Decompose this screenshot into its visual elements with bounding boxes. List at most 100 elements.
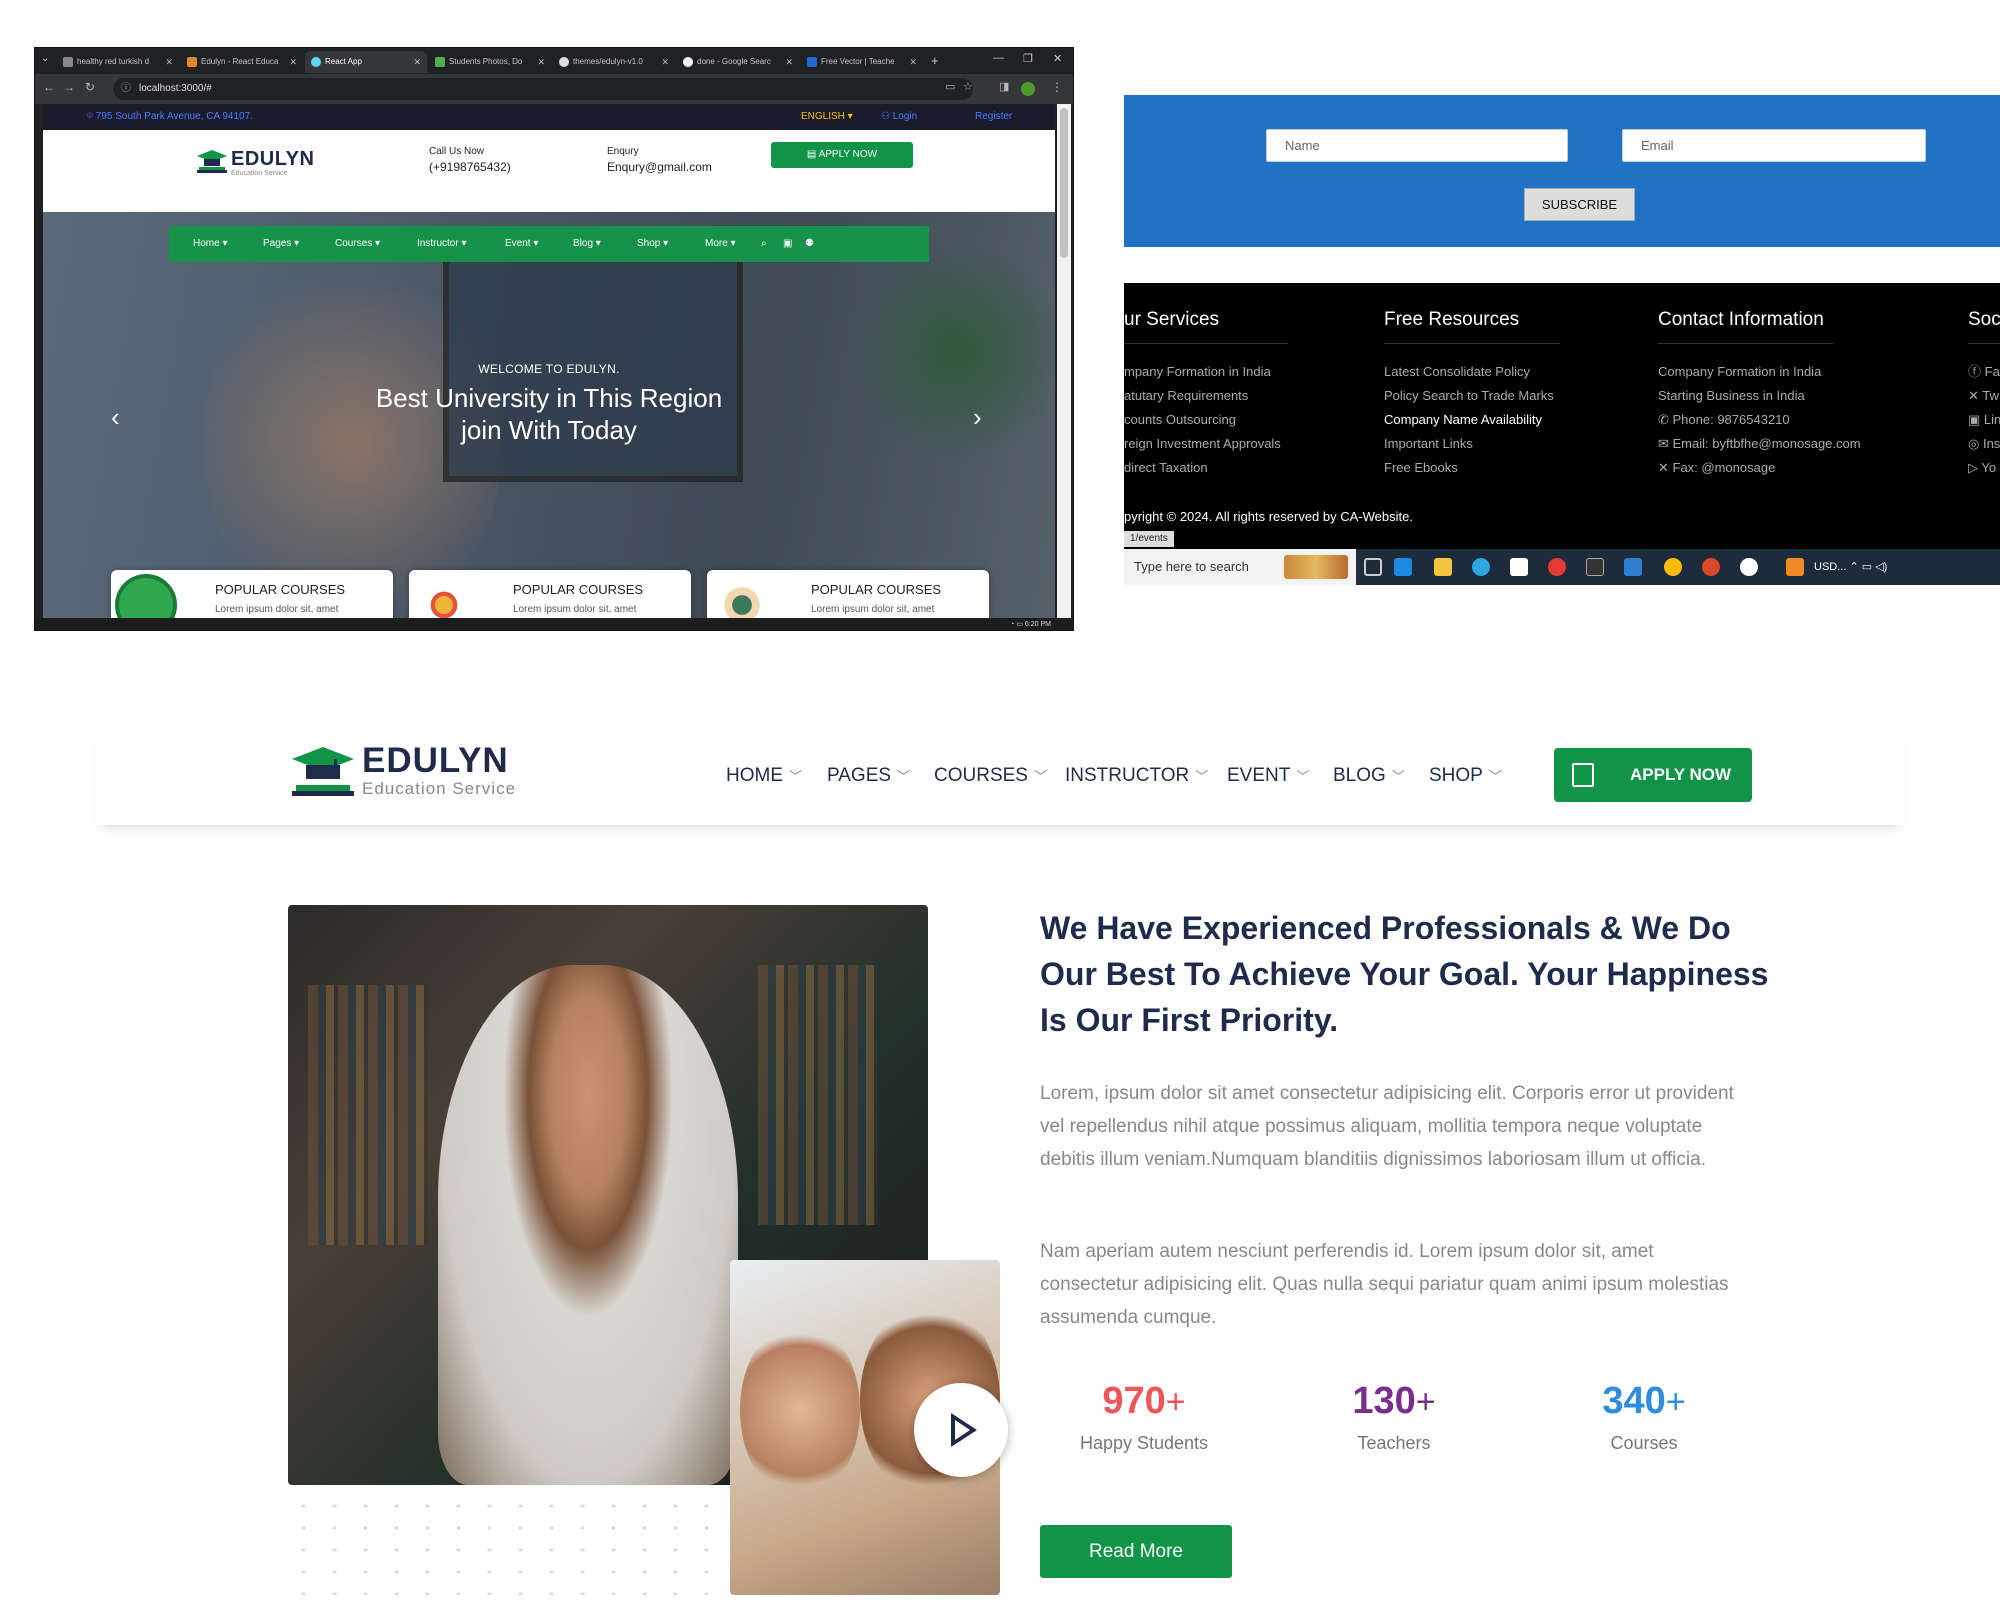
cast-icon[interactable]: ▭ (945, 80, 955, 93)
system-status-bar: ◔ ▭ 6:20 PM (35, 618, 1073, 630)
youtube-icon: ▷ (1968, 460, 1982, 475)
address-link[interactable]: ⌾ 795 South Park Avenue, CA 94107. (87, 104, 253, 130)
login-link[interactable]: ⚇ Login (881, 104, 917, 130)
nav-item-home[interactable]: Home ▾ (193, 226, 228, 262)
page-scrollbar[interactable] (1057, 104, 1071, 618)
minimize-icon[interactable]: — (993, 52, 1004, 64)
read-more-button[interactable]: Read More (1040, 1525, 1232, 1578)
url-input[interactable]: ⓘ localhost:3000/# (113, 78, 973, 100)
course-card[interactable]: POPULAR COURSES Lorem ipsum dolor sit, a… (707, 570, 989, 618)
nav-item-home[interactable]: HOME ﹀ (726, 765, 802, 787)
file-explorer-icon[interactable] (1434, 558, 1452, 576)
x-icon: ✕ (1968, 388, 1983, 403)
language-select[interactable]: ENGLISH ▾ (801, 104, 853, 130)
chrome-profile-icon[interactable] (1664, 558, 1682, 576)
dot-pattern (288, 1495, 728, 1595)
linkedin-icon: ▣ (1968, 412, 1984, 427)
close-icon[interactable]: ✕ (165, 51, 173, 73)
task-view-icon[interactable] (1364, 558, 1382, 576)
stat-courses: 340+ Courses (1534, 1380, 1754, 1454)
volume-icon: ◁) (1875, 561, 1888, 573)
vscode-icon[interactable] (1624, 558, 1642, 576)
nav-item-event[interactable]: EVENT ﹀ (1227, 765, 1309, 787)
terminal-icon[interactable] (1586, 558, 1604, 576)
search-highlight-icon (1284, 555, 1348, 579)
mail-app-icon[interactable] (1394, 558, 1412, 576)
email-input[interactable]: Email (1622, 129, 1926, 162)
cart-icon[interactable]: ▣ (783, 226, 792, 262)
apply-now-button[interactable]: ▤ APPLY NOW (771, 142, 913, 168)
tab-search-icon[interactable]: ⌄ (41, 53, 49, 64)
battery-icon: ▭ (1016, 621, 1025, 628)
chevron-down-icon: ﹀ (1195, 769, 1209, 784)
tray-chevron-icon[interactable]: ⌃ (1846, 561, 1861, 573)
close-icon[interactable]: ✕ (413, 51, 421, 73)
stat-number: 340+ (1602, 1380, 1686, 1422)
browser-tab[interactable]: Edulyn - React Educa ✕ (181, 51, 303, 73)
nav-item-shop[interactable]: Shop ▾ (637, 226, 668, 262)
close-icon[interactable]: ✕ (537, 51, 545, 73)
nav-item-instructor[interactable]: Instructor ▾ (417, 226, 467, 262)
slider-next-icon[interactable]: › (973, 402, 982, 433)
name-input[interactable]: Name (1266, 129, 1568, 162)
users-icon[interactable]: ⚉ (805, 226, 814, 262)
side-panel-icon[interactable]: ◨ (999, 80, 1009, 93)
apply-now-button[interactable]: APPLY NOW (1554, 748, 1752, 802)
taskbar-search-input[interactable]: Type here to search (1124, 549, 1356, 585)
reload-icon[interactable]: ↻ (85, 80, 95, 94)
nav-item-blog[interactable]: BLOG ﹀ (1333, 765, 1405, 787)
search-icon[interactable]: ⌕ (761, 226, 767, 262)
new-tab-button[interactable]: + (931, 53, 939, 68)
browser-tab[interactable]: healthy red turkish d ✕ (57, 51, 179, 73)
course-card[interactable]: POPULAR COURSES Lorem ipsum dolor sit, a… (409, 570, 691, 618)
powerpoint-icon[interactable] (1702, 558, 1720, 576)
slider-prev-icon[interactable]: ‹ (111, 402, 120, 433)
browser-tab[interactable]: themes/edulyn-v1.0 ✕ (553, 51, 675, 73)
forward-icon[interactable]: → (63, 80, 75, 94)
nav-item-pages[interactable]: PAGES ﹀ (827, 765, 910, 787)
nav-item-shop[interactable]: SHOP ﹀ (1429, 765, 1502, 787)
media-player-icon[interactable] (1740, 558, 1758, 576)
nav-item-courses[interactable]: COURSES ﹀ (934, 765, 1047, 787)
close-icon[interactable]: ✕ (909, 51, 917, 73)
nav-item-pages[interactable]: Pages ▾ (263, 226, 299, 262)
nav-item-instructor[interactable]: INSTRUCTOR ﹀ (1065, 765, 1208, 787)
close-icon[interactable]: ✕ (289, 51, 297, 73)
browser-tab[interactable]: Students Photos, Do ✕ (429, 51, 551, 73)
restore-icon[interactable]: ❐ (1023, 52, 1033, 65)
browser-tab[interactable]: Free Vector | Teache ✕ (801, 51, 923, 73)
stat-teachers: 130+ Teachers (1284, 1380, 1504, 1454)
window-close-icon[interactable]: ✕ (1053, 52, 1062, 65)
main-header: EDULYN Education Service HOME ﹀ PAGES ﹀ CO… (96, 725, 1904, 825)
browser-menu-icon[interactable]: ⋮ (1051, 80, 1063, 94)
section-heading: We Have Experienced Professionals & We D… (1040, 910, 1769, 1038)
react-favicon-icon (311, 57, 321, 67)
currency-widget-icon[interactable] (1786, 558, 1804, 576)
nav-item-event[interactable]: Event ▾ (505, 226, 538, 262)
logo[interactable]: EDULYN Education Service (195, 148, 314, 183)
footer-contact-column: Contact Information Company Formation in… (1658, 309, 1861, 475)
chrome-icon[interactable] (1548, 558, 1566, 576)
course-card[interactable]: POPULAR COURSES Lorem ipsum dolor sit, a… (111, 570, 393, 618)
profile-avatar[interactable] (1021, 82, 1035, 96)
nav-item-blog[interactable]: Blog ▾ (573, 226, 601, 262)
bookmark-star-icon[interactable]: ☆ (963, 80, 973, 93)
close-icon[interactable]: ✕ (661, 51, 669, 73)
newsletter-section: Name Email SUBSCRIBE (1124, 95, 2000, 247)
play-video-button[interactable] (914, 1383, 1008, 1477)
browser-tab[interactable]: done - Google Searc ✕ (677, 51, 799, 73)
edge-icon[interactable] (1472, 558, 1490, 576)
windows-taskbar: Type here to search USD... ⌃ ▭ ◁) (1124, 549, 2000, 585)
close-icon[interactable]: ✕ (785, 51, 793, 73)
back-icon[interactable]: ← (43, 80, 55, 94)
mail-icon: ✉ (1658, 436, 1673, 451)
browser-tab-active[interactable]: React App ✕ (305, 51, 427, 73)
store-icon[interactable] (1510, 558, 1528, 576)
logo[interactable]: EDULYN Education Service (290, 741, 515, 806)
site-info-icon[interactable]: ⓘ (121, 78, 131, 100)
nav-item-more[interactable]: More ▾ (705, 226, 736, 262)
subscribe-button[interactable]: SUBSCRIBE (1524, 188, 1635, 221)
register-link[interactable]: Register (975, 104, 1012, 130)
scroll-thumb[interactable] (1060, 108, 1068, 258)
nav-item-courses[interactable]: Courses ▾ (335, 226, 380, 262)
